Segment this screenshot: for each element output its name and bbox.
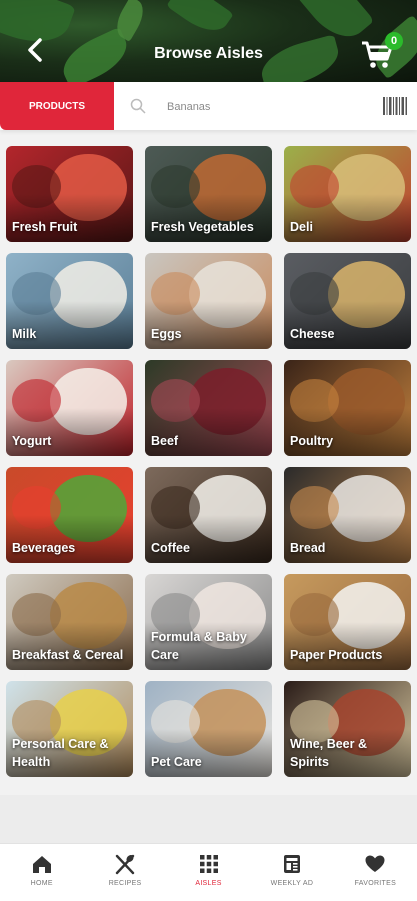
aisle-tile[interactable]: Yogurt [6,360,133,456]
aisle-label: Poultry [290,434,334,448]
aisle-label: Beverages [12,541,76,555]
cart-count-badge: 0 [385,32,403,50]
aisle-tile[interactable]: Wine, Beer & Spirits [284,681,411,777]
barcode-icon[interactable] [383,96,407,116]
aisle-label: Beef [151,434,179,448]
aisle-label: Yogurt [12,434,52,448]
tab-favorites[interactable]: FAVORITES [334,844,417,901]
aisle-tile[interactable]: Eggs [145,253,272,349]
tab-weekly-ad[interactable]: WEEKLY AD [250,844,333,901]
aisle-tile[interactable]: Breakfast & Cereal [6,574,133,670]
aisle-tile[interactable]: Milk [6,253,133,349]
aisle-label: Breakfast & Cereal [12,648,124,662]
page-title: Browse Aisles [154,45,263,62]
aisle-label: Formula & Baby Care [151,630,247,662]
aisle-label: Wine, Beer & Spirits [290,737,367,769]
aisle-tile[interactable]: Cheese [284,253,411,349]
tab-label: WEEKLY AD [270,880,314,887]
cart-button[interactable]: 0 [361,32,403,70]
utensils-icon [115,854,135,875]
aisle-tile[interactable]: Beverages [6,467,133,563]
aisle-label: Eggs [151,327,182,341]
grid-icon [199,855,218,873]
aisle-tile[interactable]: Fresh Vegetables [145,146,272,242]
aisle-tile[interactable]: Poultry [284,360,411,456]
aisle-label: Pet Care [151,755,202,769]
aisle-label: Personal Care & Health [12,737,109,769]
tab-recipes[interactable]: RECIPES [83,844,166,901]
aisle-tile[interactable]: Personal Care & Health [6,681,133,777]
aisle-label: Coffee [151,541,190,555]
search-icon [130,98,146,114]
aisle-tile[interactable]: Deli [284,146,411,242]
aisle-grid: Fresh Fruit Fresh Vegetables Deli Milk Eggs C… [6,146,413,777]
home-icon [32,856,51,873]
heart-icon [365,855,385,872]
search-input[interactable] [165,95,369,119]
tab-label: AISLES [195,880,222,887]
aisle-label: Bread [290,541,326,555]
content-bottom-spacer [0,795,417,843]
leaf-decoration [166,0,234,41]
aisle-label: Milk [12,327,37,341]
newspaper-icon [283,855,300,873]
tab-label: FAVORITES [354,880,397,887]
tab-label: RECIPES [108,880,142,887]
aisle-label: Fresh Vegetables [151,220,254,234]
aisle-label: Fresh Fruit [12,220,78,234]
aisle-tile[interactable]: Fresh Fruit [6,146,133,242]
search-bar: PRODUCTS [0,82,417,130]
aisle-tile[interactable]: Beef [145,360,272,456]
aisle-tile[interactable]: Coffee [145,467,272,563]
aisle-tile[interactable]: Bread [284,467,411,563]
aisle-tile[interactable]: Pet Care [145,681,272,777]
aisle-label: Cheese [290,327,335,341]
aisle-tile[interactable]: Paper Products [284,574,411,670]
aisle-label: Paper Products [290,648,383,662]
bottom-tab-bar: HOME RECIPES AISLES WEEKLY AD FAVORITES [0,843,417,901]
tab-home[interactable]: HOME [0,844,83,901]
products-tab[interactable]: PRODUCTS [0,82,114,130]
aisle-tile[interactable]: Formula & Baby Care [145,574,272,670]
tab-label: HOME [30,880,53,887]
header: Browse Aisles 0 [0,0,417,84]
tab-aisles[interactable]: AISLES [167,844,250,901]
aisle-label: Deli [290,220,313,234]
